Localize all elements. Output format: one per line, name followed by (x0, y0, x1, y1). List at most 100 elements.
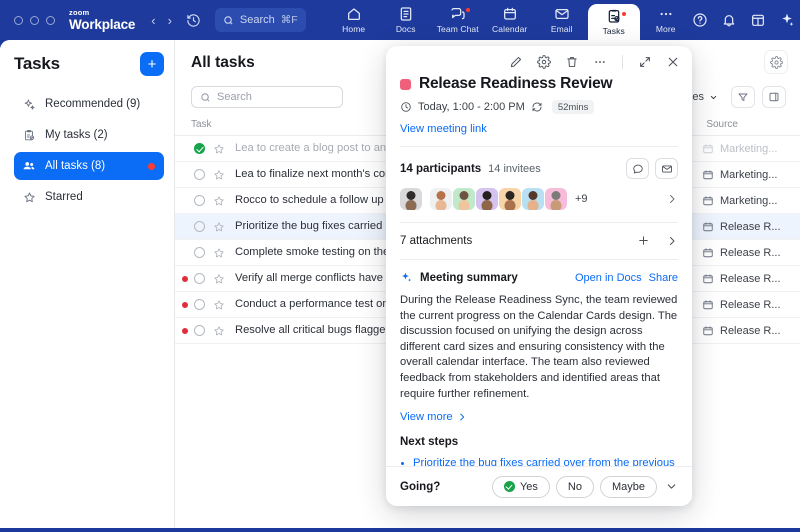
title-bar: zoom Workplace ‹ › Search ⌘F Home Docs (0, 0, 800, 40)
tab-more[interactable]: More (640, 0, 692, 40)
check-icon (504, 481, 515, 492)
main-tabs: Home Docs Team Chat Calendar Email (328, 0, 692, 40)
meeting-summary-text: During the Release Readiness Sync, the t… (400, 293, 678, 402)
sidebar-item-recommended[interactable]: Recommended (9) (14, 90, 164, 118)
participants-chevron-right-icon[interactable] (666, 193, 678, 205)
history-icon[interactable] (186, 13, 201, 28)
task-source-cell: Release R... (692, 325, 800, 337)
more-icon[interactable] (593, 55, 607, 69)
sidebar-item-all-tasks[interactable]: All tasks (8) (14, 152, 164, 180)
help-icon[interactable] (692, 12, 708, 28)
docs-icon (398, 6, 414, 22)
envelope-icon[interactable] (655, 158, 678, 179)
settings-icon[interactable] (537, 55, 551, 69)
email-icon (554, 6, 570, 22)
minimize-window-button[interactable] (30, 16, 39, 25)
participant-avatar[interactable] (453, 188, 475, 210)
panel-layout-button[interactable] (762, 86, 786, 108)
all-tasks-unread-dot (148, 163, 155, 170)
task-star-icon[interactable] (213, 169, 226, 181)
participant-avatars[interactable]: +9 (400, 188, 678, 210)
task-complete-checkbox[interactable] (194, 169, 205, 180)
task-complete-checkbox[interactable] (194, 221, 205, 232)
tab-tasks[interactable]: Tasks (588, 4, 640, 40)
chevron-down-icon (709, 93, 718, 102)
tab-team-chat-label: Team Chat (437, 24, 479, 34)
filter-button[interactable] (731, 86, 755, 108)
task-complete-checkbox[interactable] (194, 195, 205, 206)
tasks-settings-button[interactable] (764, 50, 788, 74)
task-star-icon[interactable] (213, 143, 226, 155)
participant-avatar[interactable] (400, 188, 422, 210)
expand-icon[interactable] (638, 55, 652, 69)
clock-icon (400, 101, 412, 113)
tab-calendar[interactable]: Calendar (484, 0, 536, 40)
trash-icon[interactable] (565, 55, 579, 69)
participant-avatar[interactable] (430, 188, 452, 210)
task-source-label: Marketing... (720, 195, 777, 207)
next-steps-heading: Next steps (400, 436, 678, 448)
participant-avatar[interactable] (545, 188, 567, 210)
tab-team-chat[interactable]: Team Chat (432, 0, 484, 40)
rsvp-no-label: No (568, 481, 582, 493)
global-search-input[interactable]: Search ⌘F (215, 8, 306, 32)
nav-arrows: ‹ › (151, 13, 172, 28)
tab-email[interactable]: Email (536, 0, 588, 40)
meeting-time-label: Today, 1:00 - 2:00 PM (418, 101, 525, 113)
plus-icon[interactable] (637, 234, 650, 247)
open-in-docs-link[interactable]: Open in Docs (575, 272, 642, 284)
chat-bubble-icon[interactable] (626, 158, 649, 179)
window-traffic-lights[interactable] (10, 16, 55, 25)
attachments-row[interactable]: 7 attachments (400, 222, 678, 247)
rsvp-maybe-button[interactable]: Maybe (600, 476, 657, 498)
task-complete-checkbox[interactable] (194, 325, 205, 336)
participant-avatar[interactable] (522, 188, 544, 210)
ai-companion-icon[interactable] (779, 12, 795, 28)
task-complete-checkbox[interactable] (194, 299, 205, 310)
task-priority-flag (175, 302, 194, 308)
task-star-icon[interactable] (213, 195, 226, 207)
gear-icon (770, 56, 783, 69)
sidebar-item-my-tasks[interactable]: My tasks (2) (14, 121, 164, 149)
tab-home[interactable]: Home (328, 0, 380, 40)
forward-button[interactable]: › (168, 13, 172, 28)
task-star-icon[interactable] (213, 247, 226, 259)
tab-docs[interactable]: Docs (380, 0, 432, 40)
task-star-icon[interactable] (213, 221, 226, 233)
task-complete-checkbox[interactable] (194, 247, 205, 258)
invitees-count: 14 invitees (488, 163, 541, 175)
calendar-icon (702, 273, 714, 285)
task-complete-checkbox[interactable] (194, 273, 205, 284)
task-source-cell: Marketing... (692, 195, 800, 207)
close-icon[interactable] (666, 55, 680, 69)
task-complete-checkbox[interactable] (194, 143, 205, 154)
view-more-button[interactable]: View more (400, 411, 678, 423)
close-window-button[interactable] (14, 16, 23, 25)
next-step-item[interactable]: Prioritize the bug fixes carried over fr… (413, 456, 678, 466)
maximize-window-button[interactable] (46, 16, 55, 25)
sidebar-item-all-tasks-label: All tasks (8) (45, 160, 105, 172)
rsvp-chevron-down-icon[interactable] (663, 480, 678, 493)
participant-avatar[interactable] (476, 188, 498, 210)
sidebar-item-starred[interactable]: Starred (14, 183, 164, 211)
people-icon (22, 159, 36, 173)
tasks-search-input[interactable]: Search (191, 86, 343, 108)
new-task-button[interactable]: + (140, 52, 164, 76)
task-star-icon[interactable] (213, 273, 226, 285)
rsvp-no-button[interactable]: No (556, 476, 594, 498)
back-button[interactable]: ‹ (151, 13, 155, 28)
edit-icon[interactable] (509, 55, 523, 69)
view-meeting-link[interactable]: View meeting link (400, 123, 678, 135)
attachments-chevron-right-icon[interactable] (666, 235, 678, 247)
participants-actions (626, 158, 678, 179)
task-star-icon[interactable] (213, 325, 226, 337)
calendar-icon (702, 325, 714, 337)
calendar-icon (702, 195, 714, 207)
bell-icon[interactable] (721, 12, 737, 28)
participant-avatar[interactable] (499, 188, 521, 210)
task-star-icon[interactable] (213, 299, 226, 311)
apps-icon[interactable] (750, 12, 766, 28)
share-link[interactable]: Share (649, 272, 678, 284)
avatar-overflow-count[interactable]: +9 (575, 193, 588, 205)
rsvp-yes-button[interactable]: Yes (492, 476, 550, 498)
